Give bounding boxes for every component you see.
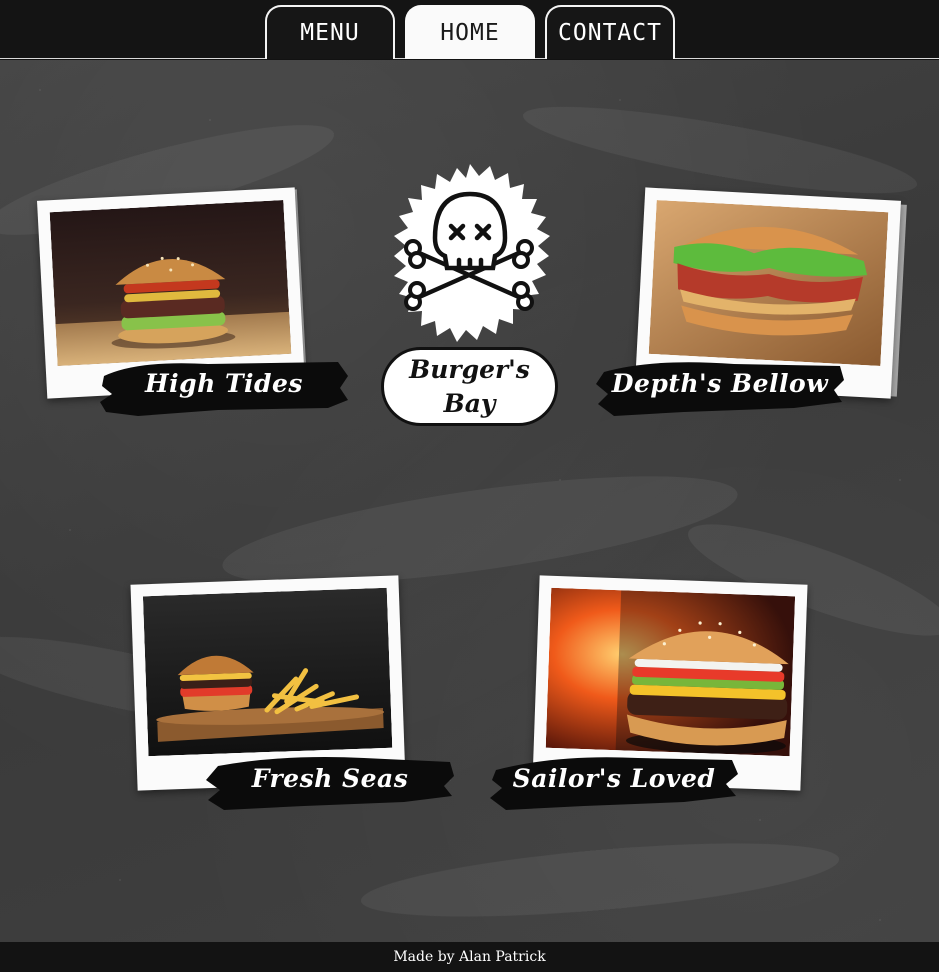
burger-fire-background-photo	[545, 587, 796, 757]
burger-name-label: High Tides	[144, 368, 304, 398]
name-brush-banner: Depth's Bellow	[594, 354, 846, 418]
name-brush-banner: Fresh Seas	[204, 750, 456, 812]
footer: Made by Alan Patrick	[0, 942, 939, 972]
name-brush-banner: High Tides	[98, 354, 350, 418]
burger-wood-table-photo	[49, 199, 292, 367]
skull-crossbones-icon	[394, 164, 550, 342]
tab-home[interactable]: HOME	[405, 5, 535, 59]
burger-and-fries-photo	[142, 587, 393, 757]
top-nav-bar: MENU HOME CONTACT	[0, 0, 939, 59]
burger-name-label: Depth's Bellow	[611, 368, 829, 398]
brand-name-badge: Burger's Bay	[381, 347, 558, 426]
brand-name-line1: Burger's	[409, 354, 530, 384]
name-brush-banner: Sailor's Loved	[488, 750, 740, 812]
burger-name-label: Sailor's Loved	[512, 763, 716, 793]
burger-name-label: Fresh Seas	[251, 763, 409, 793]
footer-credit: Made by Alan Patrick	[393, 949, 546, 965]
tab-contact[interactable]: CONTACT	[545, 5, 675, 59]
brand-name-line2: Bay	[443, 388, 496, 418]
bacon-lettuce-burger-photo	[648, 200, 889, 366]
tab-menu[interactable]: MENU	[265, 5, 395, 59]
